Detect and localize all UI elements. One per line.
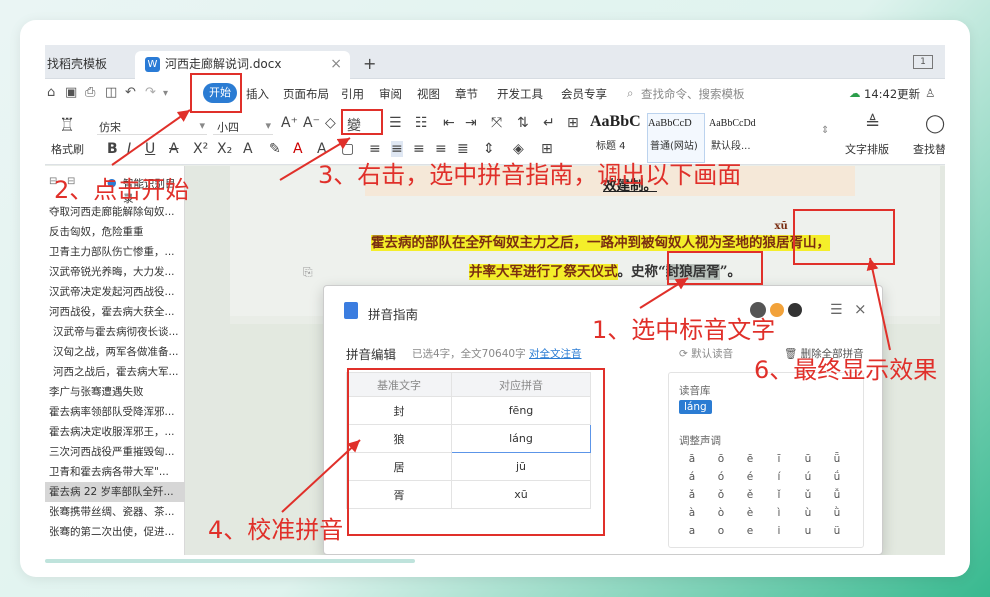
- annotation-arrows: [111, 109, 891, 513]
- arrow-step2: [111, 109, 191, 166]
- arrow-step6: [866, 257, 891, 351]
- arrow-step1: [639, 277, 689, 309]
- screenshot-card: 找稻壳模板 W 河西走廊解说词.docx × + 1 ⌂ ▣ ⎙ ◫ ↶ ↷ ▾ …: [20, 20, 970, 577]
- arrow-step3: [279, 137, 351, 181]
- progress-strip: [45, 559, 415, 563]
- arrow-step4: [281, 439, 361, 513]
